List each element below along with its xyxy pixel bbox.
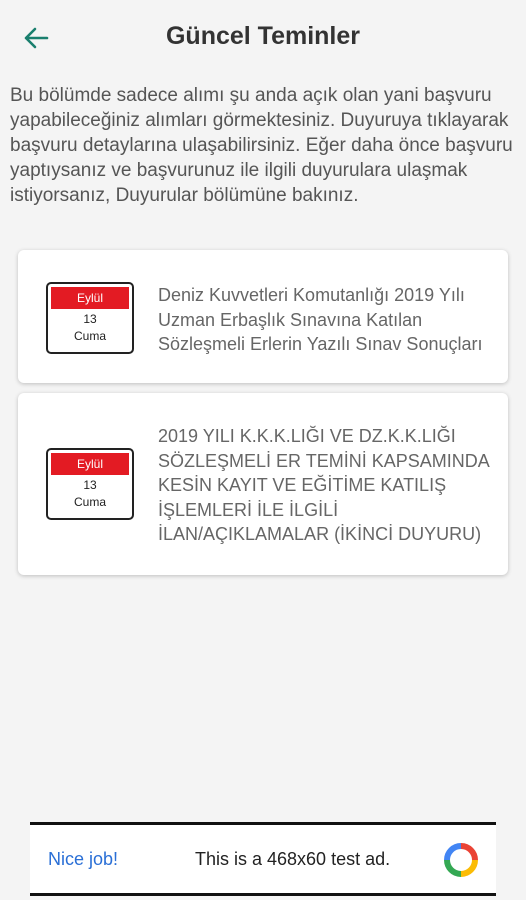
calendar-weekday: Cuma [73, 329, 106, 343]
calendar-icon: Eylül 13 Cuma [46, 448, 134, 520]
intro-text: Bu bölümde sadece alımı şu anda açık ola… [10, 85, 513, 206]
adchoices-logo-icon[interactable] [444, 843, 478, 877]
ad-nice-label: Nice job! [48, 849, 119, 869]
announcement-card[interactable]: Eylül 13 Cuma Deniz Kuvvetleri Komutanlı… [18, 250, 508, 383]
calendar-month: Eylül [51, 453, 129, 475]
app-header: Güncel Teminler [0, 0, 526, 76]
announcement-card[interactable]: Eylül 13 Cuma 2019 YILI K.K.K.LIĞI VE DZ… [18, 393, 508, 575]
page-title: Güncel Teminler [165, 22, 361, 50]
announcement-title: Deniz Kuvvetleri Komutanlığı 2019 Yılı U… [158, 285, 483, 354]
calendar-weekday: Cuma [73, 495, 106, 509]
ad-text: This is a 468x60 test ad. [195, 849, 391, 869]
calendar-month: Eylül [51, 287, 129, 309]
calendar-day: 13 [83, 478, 97, 492]
banner-ad[interactable]: Nice job! This is a 468x60 test ad. [30, 822, 496, 896]
calendar-day: 13 [83, 312, 97, 326]
calendar-icon: Eylül 13 Cuma [46, 282, 134, 354]
announcement-title: 2019 YILI K.K.K.LIĞI VE DZ.K.K.LIĞI SÖZL… [158, 426, 489, 544]
app-screen: Güncel Teminler Bu bölümde sadece alımı … [0, 0, 526, 900]
